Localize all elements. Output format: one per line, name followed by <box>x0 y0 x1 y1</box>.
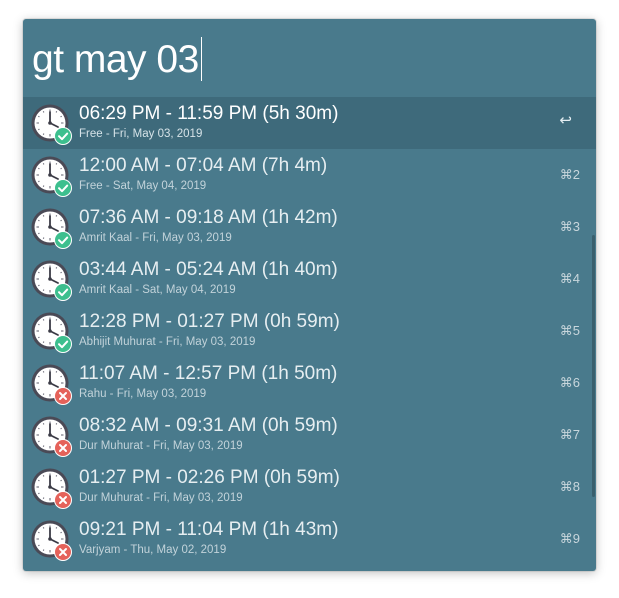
result-subtitle: Amrit Kaal - Fri, May 03, 2019 <box>79 232 232 244</box>
clock-cross-icon <box>30 519 74 563</box>
shortcut-hint: ⌘6 <box>559 375 580 390</box>
clock-cross-icon <box>30 363 74 407</box>
shortcut-hint: ⌘3 <box>559 219 580 234</box>
result-title: 07:36 AM - 09:18 AM (1h 42m) <box>79 207 338 228</box>
clock-cross-icon <box>30 415 74 459</box>
result-row[interactable]: 08:32 AM - 09:31 AM (0h 59m) Dur Muhurat … <box>23 409 596 461</box>
result-title: 03:44 AM - 05:24 AM (1h 40m) <box>79 259 338 280</box>
result-row[interactable]: 11:07 AM - 12:57 PM (1h 50m) Rahu - Fri, … <box>23 357 596 409</box>
result-subtitle: Varjyam - Thu, May 02, 2019 <box>79 544 227 556</box>
clock-check-icon <box>30 155 74 199</box>
shortcut-hint: ⌘7 <box>559 427 580 442</box>
clock-check-icon <box>30 259 74 303</box>
result-subtitle: Dur Muhurat - Fri, May 03, 2019 <box>79 440 243 452</box>
result-row[interactable]: 12:00 AM - 07:04 AM (7h 4m) Free - Sat, M… <box>23 149 596 201</box>
clock-check-icon <box>30 311 74 355</box>
search-input[interactable]: gt may 03 <box>32 37 203 83</box>
result-subtitle: Dur Muhurat - Fri, May 03, 2019 <box>79 492 243 504</box>
shortcut-hint: ⌘2 <box>559 167 580 182</box>
result-subtitle: Free - Fri, May 03, 2019 <box>79 128 203 140</box>
result-subtitle: Amrit Kaal - Sat, May 04, 2019 <box>79 284 236 296</box>
result-title: 12:28 PM - 01:27 PM (0h 59m) <box>79 311 340 332</box>
result-row[interactable]: 06:29 PM - 11:59 PM (5h 30m) Free - Fri, … <box>23 97 596 149</box>
shortcut-hint: ⌘8 <box>559 479 580 494</box>
clock-check-icon <box>30 103 74 147</box>
result-title: 11:07 AM - 12:57 PM (1h 50m) <box>79 363 338 384</box>
search-query-text: gt may 03 <box>32 38 199 81</box>
result-title: 06:29 PM - 11:59 PM (5h 30m) <box>79 103 339 124</box>
search-bar[interactable]: gt may 03 <box>23 19 596 97</box>
result-subtitle: Abhijit Muhurat - Fri, May 03, 2019 <box>79 336 256 348</box>
text-caret <box>200 37 203 81</box>
clock-cross-icon <box>30 467 74 511</box>
result-row[interactable]: 01:27 PM - 02:26 PM (0h 59m) Dur Muhurat … <box>23 461 596 513</box>
results-list: 06:29 PM - 11:59 PM (5h 30m) Free - Fri, … <box>23 97 596 565</box>
shortcut-hint: ⌘9 <box>559 531 580 546</box>
launcher-window: gt may 03 06:29 PM - 11:59 PM (5h 30m) Fr… <box>23 19 596 571</box>
scrollbar[interactable] <box>592 235 595 497</box>
result-title: 12:00 AM - 07:04 AM (7h 4m) <box>79 155 328 176</box>
return-key-hint: ↩ <box>559 112 572 129</box>
result-row[interactable]: 07:36 AM - 09:18 AM (1h 42m) Amrit Kaal -… <box>23 201 596 253</box>
clock-check-icon <box>30 207 74 251</box>
result-subtitle: Free - Sat, May 04, 2019 <box>79 180 207 192</box>
result-title: 09:21 PM - 11:04 PM (1h 43m) <box>79 519 339 540</box>
result-title: 08:32 AM - 09:31 AM (0h 59m) <box>79 415 338 436</box>
shortcut-hint: ⌘4 <box>559 271 580 286</box>
result-row[interactable]: 03:44 AM - 05:24 AM (1h 40m) Amrit Kaal -… <box>23 253 596 305</box>
result-title: 01:27 PM - 02:26 PM (0h 59m) <box>79 467 340 488</box>
result-row[interactable]: 09:21 PM - 11:04 PM (1h 43m) Varjyam - Th… <box>23 513 596 565</box>
shortcut-hint: ⌘5 <box>559 323 580 338</box>
result-row[interactable]: 12:28 PM - 01:27 PM (0h 59m) Abhijit Muhu… <box>23 305 596 357</box>
result-subtitle: Rahu - Fri, May 03, 2019 <box>79 388 207 400</box>
